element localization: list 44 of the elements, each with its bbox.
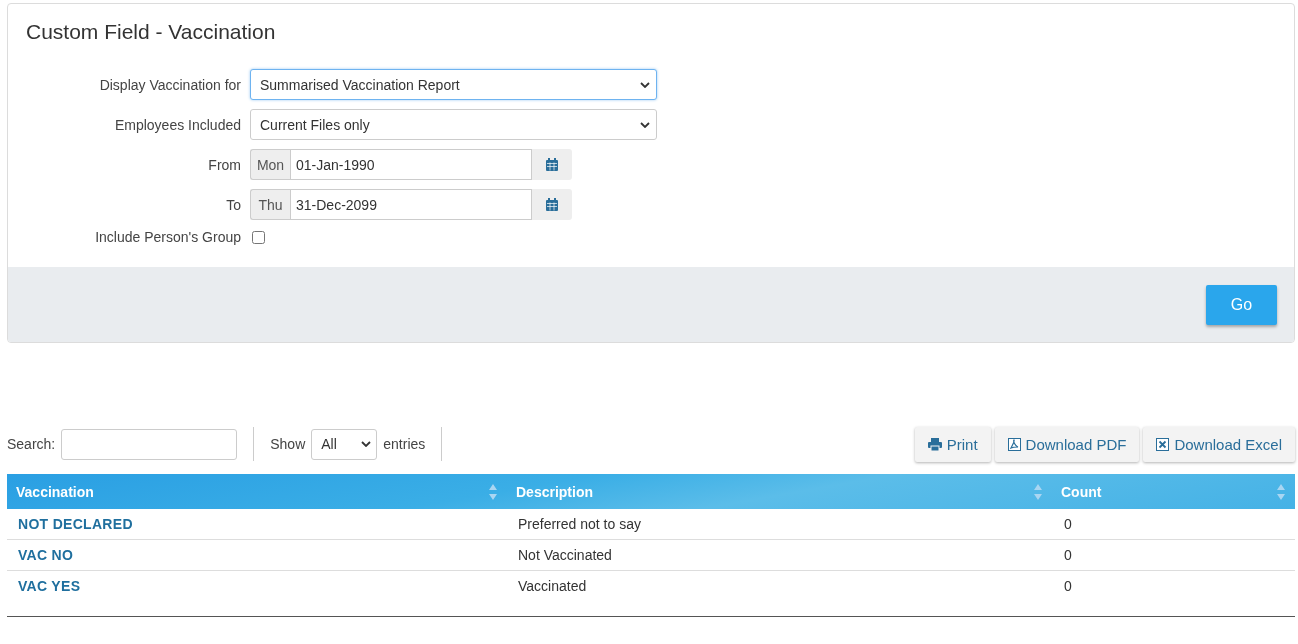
show-label: Show bbox=[270, 436, 306, 452]
table-cell: 0 bbox=[1064, 578, 1072, 594]
field-label: From bbox=[207, 156, 241, 173]
date-input[interactable]: 31-Dec-2099 bbox=[290, 189, 532, 220]
calendar-icon bbox=[546, 158, 558, 171]
sort-icon bbox=[1276, 482, 1286, 501]
calendar-button[interactable] bbox=[532, 149, 572, 180]
column-header[interactable]: Vaccination bbox=[16, 483, 94, 500]
panel-title: Custom Field - Vaccination bbox=[26, 20, 277, 44]
pdf-file-icon bbox=[1007, 437, 1021, 451]
field-label: Employees Included bbox=[113, 116, 241, 133]
checkbox[interactable] bbox=[252, 230, 265, 244]
field-label: To bbox=[225, 196, 241, 213]
export-button[interactable]: Download PDF bbox=[994, 426, 1140, 462]
chevron-down-icon bbox=[640, 121, 650, 128]
vaccination-link[interactable]: VAC YES bbox=[18, 578, 81, 594]
search-field[interactable] bbox=[61, 428, 238, 460]
vaccination-link[interactable]: VAC NO bbox=[18, 547, 74, 563]
field-label: Display Vaccination for bbox=[98, 76, 241, 93]
weekday-label: Thu bbox=[250, 189, 290, 220]
page-size-dropdown[interactable]: All bbox=[311, 428, 378, 460]
table-cell: Preferred not to say bbox=[518, 516, 641, 532]
export-button[interactable]: Print bbox=[914, 426, 991, 462]
vaccination-link[interactable]: NOT DECLARED bbox=[18, 516, 133, 532]
table-cell: Vaccinated bbox=[518, 578, 587, 594]
dropdown[interactable]: Current Files only bbox=[250, 109, 657, 140]
date-input[interactable]: 01-Jan-1990 bbox=[290, 149, 532, 180]
dropdown[interactable]: Summarised Vaccination Report bbox=[250, 69, 657, 100]
sort-icon bbox=[488, 482, 498, 501]
table-cell: Not Vaccinated bbox=[518, 547, 612, 563]
calendar-icon bbox=[546, 198, 558, 211]
table-cell: 0 bbox=[1064, 516, 1072, 532]
calendar-button[interactable] bbox=[532, 189, 572, 220]
field-label: Include Person's Group bbox=[94, 229, 241, 245]
table-cell: 0 bbox=[1064, 547, 1072, 563]
entries-label: entries bbox=[383, 436, 426, 452]
sort-icon bbox=[1033, 482, 1043, 501]
chevron-down-icon bbox=[361, 441, 372, 447]
printer-icon bbox=[927, 437, 942, 451]
export-button[interactable]: Download Excel bbox=[1143, 426, 1295, 462]
search-label: Search: bbox=[7, 436, 56, 452]
spreadsheet-file-icon bbox=[1156, 437, 1170, 451]
chevron-down-icon bbox=[640, 81, 650, 88]
weekday-label: Mon bbox=[250, 149, 290, 180]
